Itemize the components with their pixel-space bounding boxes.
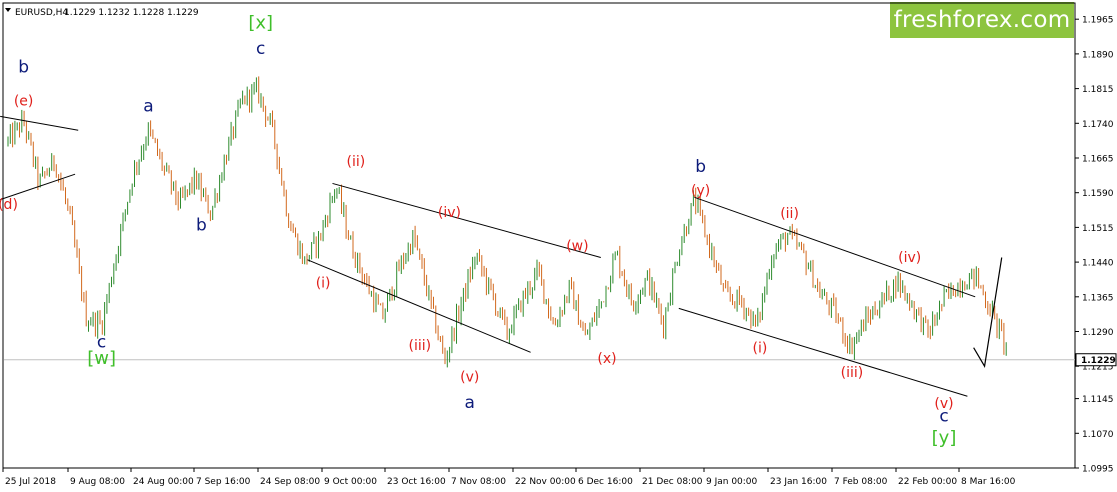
- chart-menu-arrow: [5, 8, 11, 12]
- wave-label: a: [143, 97, 153, 117]
- wave-label: (ii): [780, 206, 799, 222]
- wave-label: [y]: [932, 427, 957, 448]
- wave-label: (y): [691, 183, 710, 199]
- wave-label: (v): [460, 369, 479, 385]
- x-tick-label: 7 Nov 08:00: [451, 477, 506, 487]
- y-tick-label: 1.1665: [1082, 155, 1114, 165]
- y-tick-label: 1.1070: [1082, 430, 1114, 440]
- y-tick-label: 1.1590: [1082, 189, 1114, 199]
- x-tick-label: 8 Mar 16:00: [961, 477, 1016, 487]
- y-tick-label: 1.1440: [1082, 259, 1114, 269]
- wave-label: [w]: [87, 348, 116, 369]
- wave-label: (i): [316, 276, 331, 292]
- wave-label: [x]: [248, 12, 273, 33]
- plot-frame: [2, 2, 1076, 469]
- x-tick-label: 9 Oct 00:00: [324, 477, 377, 487]
- x-tick-label: 25 Jul 2018: [5, 477, 56, 487]
- wave-label: b: [18, 57, 29, 77]
- trend-line: [678, 307, 968, 397]
- ohlc-label: 1.1229 1.1232 1.1228 1.1229: [64, 8, 199, 18]
- candlestick-chart: 1.1965 1.1890 1.1815 1.1740 1.1665 1.1590 1.15…: [0, 2, 1117, 487]
- y-tick-label: 1.1515: [1082, 224, 1114, 234]
- y-tick-label: 1.1365: [1082, 293, 1114, 303]
- wave-label: (w): [566, 239, 588, 255]
- wave-label: b: [196, 216, 207, 236]
- trend-line: [694, 196, 976, 298]
- wave-label: (iv): [438, 205, 461, 221]
- wave-label: (i): [753, 340, 768, 356]
- x-tick-label: 24 Sep 08:00: [260, 477, 320, 487]
- y-tick-label: 1.1815: [1082, 85, 1114, 95]
- wave-label: b: [695, 157, 706, 177]
- wave-label: (iii): [409, 338, 432, 354]
- wave-label: c: [256, 39, 265, 59]
- y-tick-label: 1.1965: [1082, 16, 1114, 26]
- trend-line: [0, 115, 79, 131]
- y-tick-label: 1.0995: [1082, 465, 1114, 475]
- x-tick-label: 22 Feb 00:00: [898, 477, 957, 487]
- x-tick-label: 7 Feb 08:00: [834, 477, 888, 487]
- wave-label: (x): [597, 351, 616, 367]
- x-tick-label: 21 Dec 08:00: [642, 477, 703, 487]
- x-tick-label: 22 Nov 00:00: [515, 477, 576, 487]
- x-tick-label: 6 Dec 16:00: [578, 477, 633, 487]
- x-tick-label: 23 Jan 16:00: [770, 477, 827, 487]
- trend-line: [332, 182, 601, 258]
- wave-label: (iv): [898, 250, 921, 266]
- x-tick-label: 7 Sep 16:00: [196, 477, 251, 487]
- wave-label: c: [939, 407, 948, 427]
- y-tick-label: 1.1740: [1082, 120, 1114, 130]
- x-tick-label: 23 Oct 16:00: [387, 477, 446, 487]
- wave-label: (iii): [841, 365, 864, 381]
- wave-label: a: [465, 393, 475, 413]
- y-tick-label: 1.1890: [1082, 50, 1114, 60]
- x-tick-label: 9 Jan 00:00: [706, 477, 758, 487]
- symbol-label: EURUSD,H4: [15, 8, 68, 18]
- current-price-label: 1.1229: [1081, 356, 1116, 366]
- x-tick-label: 9 Aug 08:00: [70, 477, 125, 487]
- wave-label: (e): [14, 94, 34, 110]
- y-tick-label: 1.1290: [1082, 328, 1114, 338]
- wave-label: (ii): [347, 154, 366, 170]
- x-tick-label: 24 Aug 00:00: [133, 477, 194, 487]
- y-tick-label: 1.1145: [1082, 395, 1114, 405]
- wave-label: (d): [0, 197, 18, 213]
